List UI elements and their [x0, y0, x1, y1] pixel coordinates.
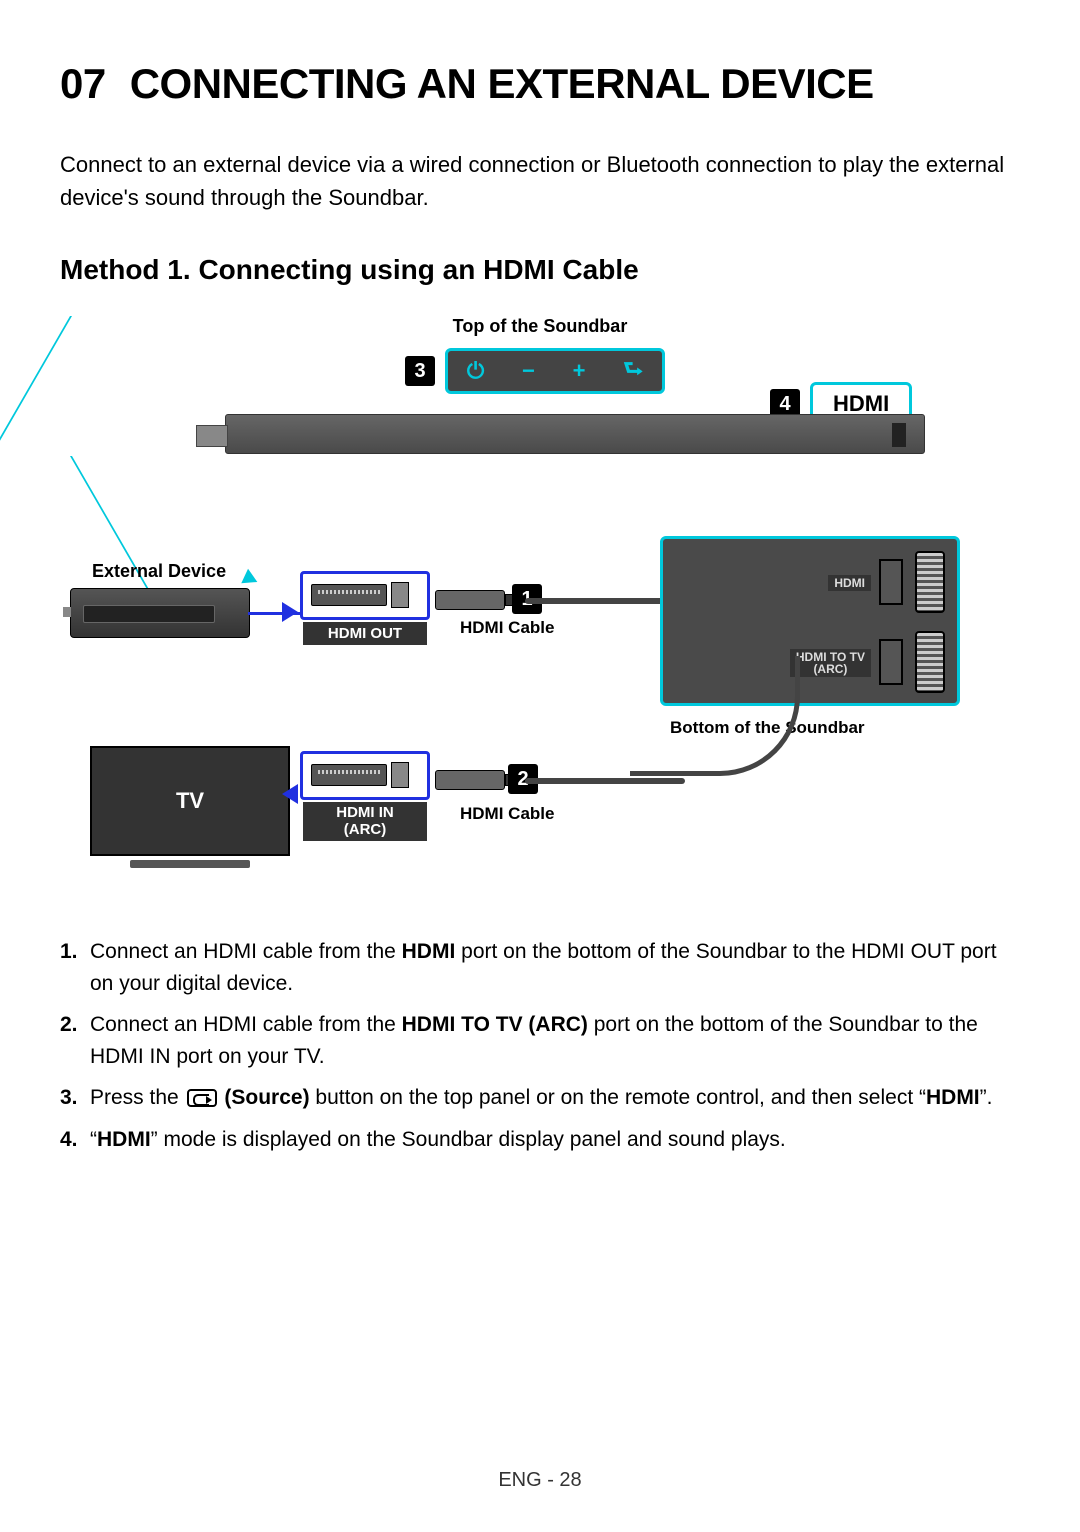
callout-3: 3 — [405, 356, 435, 386]
step-text: Press the (Source) button on the top pan… — [90, 1082, 1020, 1114]
hdmi-plug-icon — [391, 762, 409, 788]
step-2: 2. Connect an HDMI cable from the HDMI T… — [60, 1009, 1020, 1072]
soundbar-top-panel: ⏻ − + ⮑ — [445, 348, 665, 394]
step-text: Connect an HDMI cable from the HDMI port… — [90, 936, 1020, 999]
hdmi-out-label: HDMI OUT — [303, 622, 427, 645]
arrow-icon — [282, 784, 298, 804]
instruction-steps: 1. Connect an HDMI cable from the HDMI p… — [60, 936, 1020, 1155]
arrow-icon — [241, 569, 260, 589]
label-hdmi-cable-2: HDMI Cable — [460, 804, 554, 824]
tv-screen: TV — [90, 746, 290, 856]
hdmi-in-label: HDMI IN(ARC) — [303, 802, 427, 841]
cable-curve — [630, 656, 800, 776]
soundbar-grill — [892, 423, 906, 447]
soundbar-illustration — [225, 414, 925, 454]
page-footer: ENG - 28 — [0, 1469, 1080, 1492]
step-text: Connect an HDMI cable from the HDMI TO T… — [90, 1009, 1020, 1072]
vol-down-icon: − — [522, 358, 535, 384]
step-number: 3. — [60, 1082, 90, 1114]
external-device-illustration — [70, 588, 250, 638]
leader-line — [0, 316, 72, 456]
rear-port-box — [879, 639, 903, 685]
hdmi-port-icon — [915, 551, 945, 613]
tv-illustration: TV — [90, 746, 290, 876]
connection-diagram: Top of the Soundbar 3 ⏻ − + ⮑ 4 HDMI Ext… — [70, 316, 1010, 906]
step-3: 3. Press the (Source) button on the top … — [60, 1082, 1020, 1114]
vol-up-icon: + — [573, 358, 586, 384]
rear-port-label-hdmi-arc: HDMI TO TV (ARC) — [790, 649, 871, 677]
tv-stand — [130, 860, 250, 868]
method-title: Method 1. Connecting using an HDMI Cable — [60, 254, 1020, 286]
hdmi-out-port-box: HDMI OUT — [300, 571, 430, 620]
label-external-device: External Device — [92, 561, 226, 582]
rear-port-label-hdmi: HDMI — [828, 575, 871, 591]
step-1: 1. Connect an HDMI cable from the HDMI p… — [60, 936, 1020, 999]
step-4: 4. “HDMI” mode is displayed on the Sound… — [60, 1124, 1020, 1156]
rear-port-box — [879, 559, 903, 605]
label-top-of-soundbar: Top of the Soundbar — [453, 316, 628, 337]
source-button-icon — [187, 1089, 217, 1107]
intro-paragraph: Connect to an external device via a wire… — [60, 148, 1020, 214]
arrow-icon — [282, 602, 298, 622]
source-icon: ⮑ — [623, 352, 643, 390]
hdmi-port-icon — [311, 764, 387, 786]
hdmi-port-icon — [311, 584, 387, 606]
chapter-number: 07 — [60, 60, 106, 107]
step-number: 2. — [60, 1009, 90, 1072]
hdmi-in-port-box: HDMI IN(ARC) — [300, 751, 430, 800]
label-hdmi-cable-1: HDMI Cable — [460, 618, 554, 638]
step-number: 1. — [60, 936, 90, 999]
chapter-text: CONNECTING AN EXTERNAL DEVICE — [130, 60, 874, 107]
hdmi-plug-icon — [391, 582, 409, 608]
hdmi-port-icon — [915, 631, 945, 693]
step-number: 4. — [60, 1124, 90, 1156]
power-icon: ⏻ — [467, 358, 484, 384]
step-text: “HDMI” mode is displayed on the Soundbar… — [90, 1124, 1020, 1156]
cable-line — [525, 778, 685, 784]
chapter-title: 07 CONNECTING AN EXTERNAL DEVICE — [60, 60, 1020, 108]
